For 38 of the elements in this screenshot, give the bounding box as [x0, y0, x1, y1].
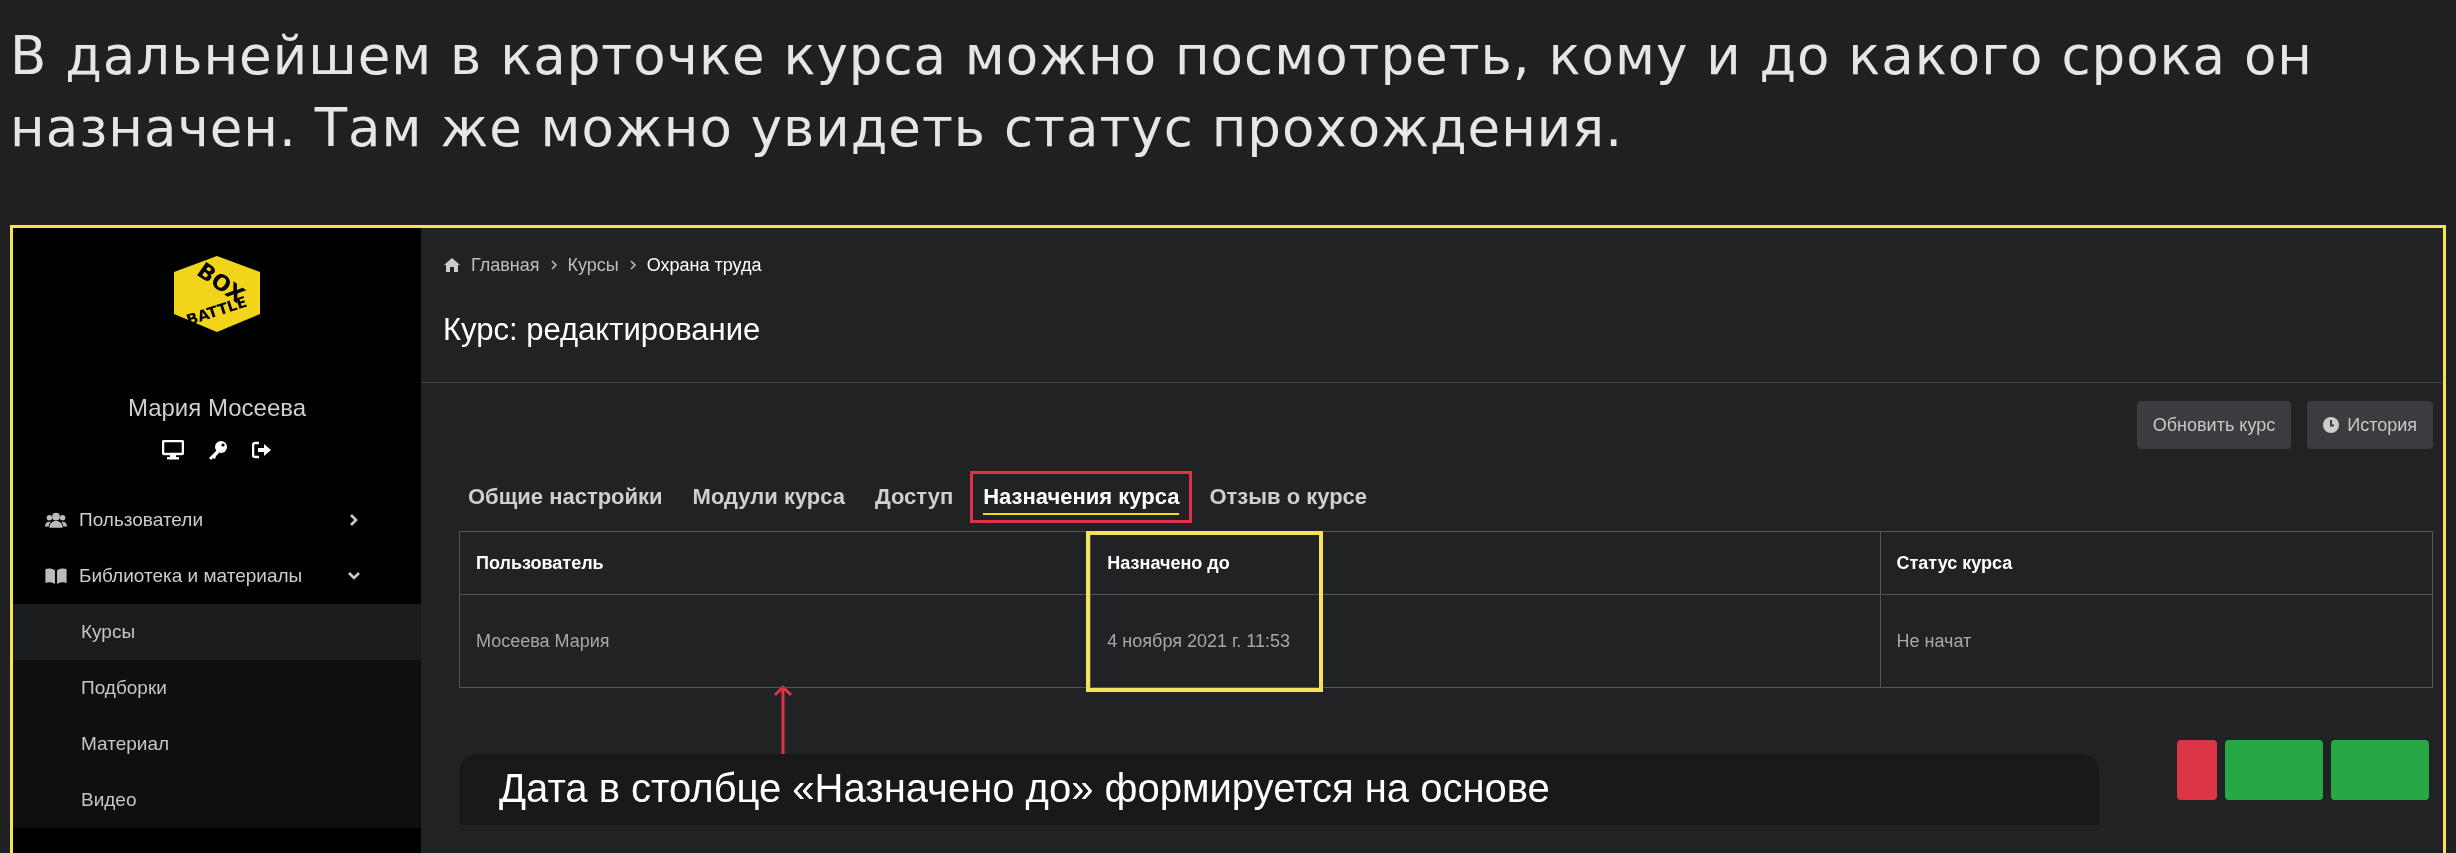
table-cell: Мосеева Мария	[459, 594, 1091, 688]
submenu-item[interactable]: Курсы	[13, 604, 421, 660]
slide-heading: В дальнейшем в карточке курса можно посмотреть, кому и до какого срока он назначен. Там же можно увидеть статус прохождения.	[10, 24, 2314, 160]
clock-icon	[2323, 417, 2340, 433]
nav-item[interactable]: Библиотека и материалы	[13, 548, 421, 604]
users-icon	[45, 511, 67, 529]
history-button[interactable]: История	[2307, 401, 2433, 449]
column-header: Назначено до	[1090, 531, 1881, 595]
tab[interactable]: Доступ	[862, 471, 967, 523]
tab[interactable]: Общие настройки	[455, 471, 676, 523]
logout-icon[interactable]	[252, 441, 272, 459]
book-icon	[45, 567, 67, 585]
breadcrumb-current: Охрана труда	[646, 254, 762, 276]
user-name: Мария Мосеева	[126, 394, 308, 422]
chevron-right-icon	[549, 260, 558, 270]
breadcrumb-link[interactable]: Главная	[471, 254, 540, 276]
chevron-right-icon	[628, 260, 637, 270]
home-icon	[443, 257, 461, 273]
breadcrumb-link[interactable]: Курсы	[567, 254, 619, 276]
tab[interactable]: Модули курса	[679, 471, 858, 523]
column-header: Статус курса	[1880, 531, 2433, 595]
nav-label: Пользователи	[79, 509, 204, 531]
column-header: Пользователь	[459, 531, 1091, 595]
callout-text: Дата в столбце «Назначено до» формируется на основе	[459, 754, 2099, 825]
tab[interactable]: Назначения курса	[970, 471, 1193, 523]
nav-label: Библиотека и материалы	[79, 565, 304, 587]
submenu-item[interactable]: Материал	[13, 716, 421, 772]
arrow	[773, 684, 794, 754]
nav-item[interactable]: Пользователи	[13, 492, 421, 548]
table-cell: 4 ноября 2021 г. 11:53	[1090, 594, 1881, 688]
table-cell: Не начат	[1880, 594, 2433, 688]
tab[interactable]: Отзыв о курсе	[1196, 471, 1381, 523]
submenu-item[interactable]: Подборки	[13, 660, 421, 716]
update-button[interactable]: Обновить курс	[2136, 401, 2292, 449]
key-icon[interactable]	[208, 440, 228, 460]
page-title: Курс: редактирование	[421, 280, 2443, 383]
monitor-icon[interactable]	[162, 440, 184, 460]
submenu-item[interactable]: Видео	[13, 772, 421, 828]
